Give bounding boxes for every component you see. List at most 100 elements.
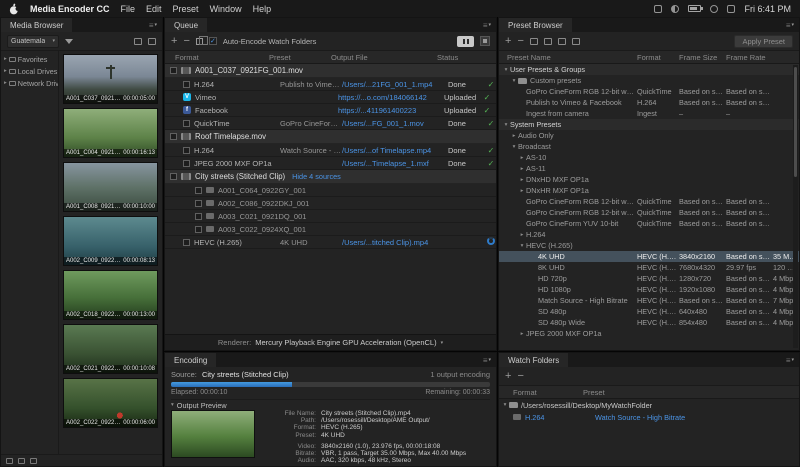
output-file-link[interactable]: /Users/...Timelapse_1.mxf	[342, 159, 448, 168]
output-file-link[interactable]: /Users/...titched Clip).mp4	[342, 238, 448, 247]
panel-menu-icon[interactable]: ≡▾	[781, 18, 799, 32]
row-checkbox[interactable]	[183, 147, 190, 154]
thumbnail-view-icon[interactable]	[134, 38, 142, 45]
media-clip-thumbnail[interactable]: A002_C022_0922ZF_00100:00:06:00	[63, 378, 158, 428]
tab-preset-browser[interactable]: Preset Browser	[499, 18, 572, 32]
media-clip-thumbnail[interactable]: A002_C021_0922LT_00100:00:10:08	[63, 324, 158, 374]
preset-group-row[interactable]: ▸AS-11	[499, 163, 799, 174]
scrollbar-thumb[interactable]	[794, 67, 797, 177]
row-checkbox[interactable]	[195, 200, 202, 207]
duplicate-icon[interactable]	[196, 38, 203, 45]
menu-extra-icon[interactable]	[654, 5, 662, 13]
menu-preset[interactable]: Preset	[173, 4, 199, 14]
stop-queue-button[interactable]	[480, 36, 490, 46]
add-watch-folder-button[interactable]: +	[505, 371, 511, 381]
queue-subsource-row[interactable]: A002_C086_0922DKJ_001	[165, 197, 496, 210]
hide-sources-link[interactable]: Hide 4 sources	[292, 172, 341, 181]
watch-folder-row[interactable]: ▾ /Users/rosessill/Desktop/MyWatchFolder	[499, 399, 799, 411]
preset-settings-icon[interactable]	[544, 38, 552, 45]
preset-row[interactable]: Ingest from cameraIngest––	[499, 108, 799, 119]
row-checkbox[interactable]	[195, 213, 202, 220]
preset-group-row[interactable]: ▾Broadcast	[499, 141, 799, 152]
new-preset-button[interactable]: +	[505, 36, 511, 46]
media-clip-thumbnail[interactable]: A002_C018_0922BK_00100:00:13:00	[63, 270, 158, 320]
auto-encode-checkbox[interactable]: ✓	[209, 37, 217, 45]
eject-icon[interactable]	[30, 458, 37, 464]
remove-output-button[interactable]: −	[183, 36, 189, 46]
output-url-link[interactable]: https://...411961400223	[338, 106, 444, 115]
preset-row-selected[interactable]: 4K UHDHEVC (H.265)3840x2160Based on sour…	[499, 251, 799, 262]
preset-row[interactable]: SD 480pHEVC (H.265)640x480Based on sourc…	[499, 306, 799, 317]
tree-item-network-drives[interactable]: ▸ Network Drives	[1, 77, 58, 89]
location-dropdown[interactable]: Guatemala ▾	[7, 35, 59, 48]
entry-format[interactable]: H.264	[525, 413, 595, 422]
preset-group-row[interactable]: ▾HEVC (H.265)	[499, 240, 799, 251]
preset-scrollbar[interactable]	[793, 65, 798, 348]
row-checkbox[interactable]	[170, 67, 177, 74]
panel-menu-icon[interactable]: ≡▾	[781, 353, 799, 367]
row-checkbox[interactable]	[195, 187, 202, 194]
delete-preset-button[interactable]: −	[517, 36, 523, 46]
menu-edit[interactable]: Edit	[146, 4, 162, 14]
preset-group-row[interactable]: ▸JPEG 2000 MXF OP1a	[499, 328, 799, 339]
menu-bar-clock[interactable]: Fri 6:41 PM	[744, 4, 791, 14]
preset-row[interactable]: GoPro CineForm YUV 10-bitQuickTimeBased …	[499, 218, 799, 229]
tab-media-browser[interactable]: Media Browser	[1, 18, 72, 32]
queue-output-row[interactable]: f Facebook https://...411961400223 Uploa…	[165, 104, 496, 117]
queue-subsource-row[interactable]: A001_C064_0922GY_001	[165, 184, 496, 197]
add-output-button[interactable]: +	[171, 36, 177, 46]
queue-output-row[interactable]: V Vimeo https://...o.com/184066142 Uploa…	[165, 91, 496, 104]
row-checkbox[interactable]	[183, 81, 190, 88]
battery-icon[interactable]	[688, 5, 701, 12]
row-checkbox[interactable]	[183, 120, 190, 127]
pause-queue-button[interactable]	[457, 36, 474, 47]
wifi-icon[interactable]	[710, 5, 718, 13]
preset-row[interactable]: Match Source - High BitrateHEVC (H.265)B…	[499, 295, 799, 306]
remove-watch-folder-button[interactable]: −	[517, 371, 523, 381]
panel-menu-icon[interactable]: ≡▾	[478, 353, 496, 367]
new-group-icon[interactable]	[530, 38, 538, 45]
queue-source-group-row[interactable]: City streets (Stitched Clip) Hide 4 sour…	[165, 170, 496, 184]
path-link[interactable]: /Users/rosessill/Desktop/AME Output/	[321, 417, 490, 424]
preset-group-row[interactable]: ▸DNxHD MXF OP1a	[499, 174, 799, 185]
row-checkbox[interactable]	[195, 226, 202, 233]
preset-row[interactable]: 8K UHDHEVC (H.265)7680x432029.97 fps120 …	[499, 262, 799, 273]
queue-source-group-row[interactable]: Roof Timelapse.mov	[165, 130, 496, 144]
tree-item-favorites[interactable]: ▸ Favorites	[1, 53, 58, 65]
preset-row[interactable]: HD 720pHEVC (H.265)1280x720Based on sour…	[499, 273, 799, 284]
preset-row[interactable]: HD 1080pHEVC (H.265)1920x1080Based on so…	[499, 284, 799, 295]
filter-icon[interactable]	[65, 39, 73, 44]
apple-menu-icon[interactable]	[9, 3, 19, 15]
preset-group-row[interactable]: ▸AS-10	[499, 152, 799, 163]
queue-subsource-row[interactable]: A003_C021_0921DQ_001	[165, 210, 496, 223]
output-preset[interactable]: 4K UHD	[280, 238, 342, 247]
list-view-icon[interactable]	[148, 38, 156, 45]
queue-output-row[interactable]: QuickTime GoPro CineForm RGB 12-bit with…	[165, 117, 496, 130]
queue-output-row[interactable]: JPEG 2000 MXF OP1a /Users/...Timelapse_1…	[165, 157, 496, 170]
apply-preset-button[interactable]: Apply Preset	[734, 35, 793, 48]
display-icon[interactable]	[671, 5, 679, 13]
output-preset[interactable]: Watch Source - High Bitrate	[280, 146, 342, 155]
preset-group-row[interactable]: ▾Custom presets	[499, 75, 799, 86]
preset-section-row[interactable]: ▾System Presets	[499, 119, 799, 130]
queue-source-group-row[interactable]: A001_C037_0921FG_001.mov	[165, 64, 496, 78]
output-preview-toggle[interactable]: ▾ Output Preview	[171, 399, 490, 410]
output-url-link[interactable]: https://...o.com/184066142	[338, 93, 444, 102]
panel-menu-icon[interactable]: ≡▾	[144, 18, 162, 32]
new-folder-icon[interactable]	[6, 458, 13, 464]
media-clip-thumbnail[interactable]: A001_C037_0921FG_00100:00:05:00	[63, 54, 158, 104]
watch-folder-entry-row[interactable]: H.264 Watch Source - High Bitrate	[499, 411, 799, 423]
tree-item-local-drives[interactable]: ▸ Local Drives	[1, 65, 58, 77]
renderer-dropdown[interactable]: Mercury Playback Engine GPU Acceleration…	[255, 338, 436, 347]
tab-watch-folders[interactable]: Watch Folders	[499, 353, 568, 367]
export-preset-icon[interactable]	[572, 38, 580, 45]
output-preset[interactable]: GoPro CineForm RGB 12-bit with alpha	[280, 119, 342, 128]
queue-subsource-row[interactable]: A003_C022_0924XQ_001	[165, 223, 496, 236]
output-file-link[interactable]: /Users/...21FG_001_1.mp4	[342, 80, 448, 89]
queue-output-row-encoding[interactable]: HEVC (H.265) 4K UHD /Users/...titched Cl…	[165, 236, 496, 249]
media-clip-thumbnail[interactable]: A002_C009_09221L_00100:00:08:13	[63, 216, 158, 266]
panel-menu-icon[interactable]: ≡▾	[478, 18, 496, 32]
preset-row[interactable]: Publish to Vimeo & FacebookH.264Based on…	[499, 97, 799, 108]
preset-group-row[interactable]: ▸Audio Only	[499, 130, 799, 141]
menu-window[interactable]: Window	[210, 4, 242, 14]
